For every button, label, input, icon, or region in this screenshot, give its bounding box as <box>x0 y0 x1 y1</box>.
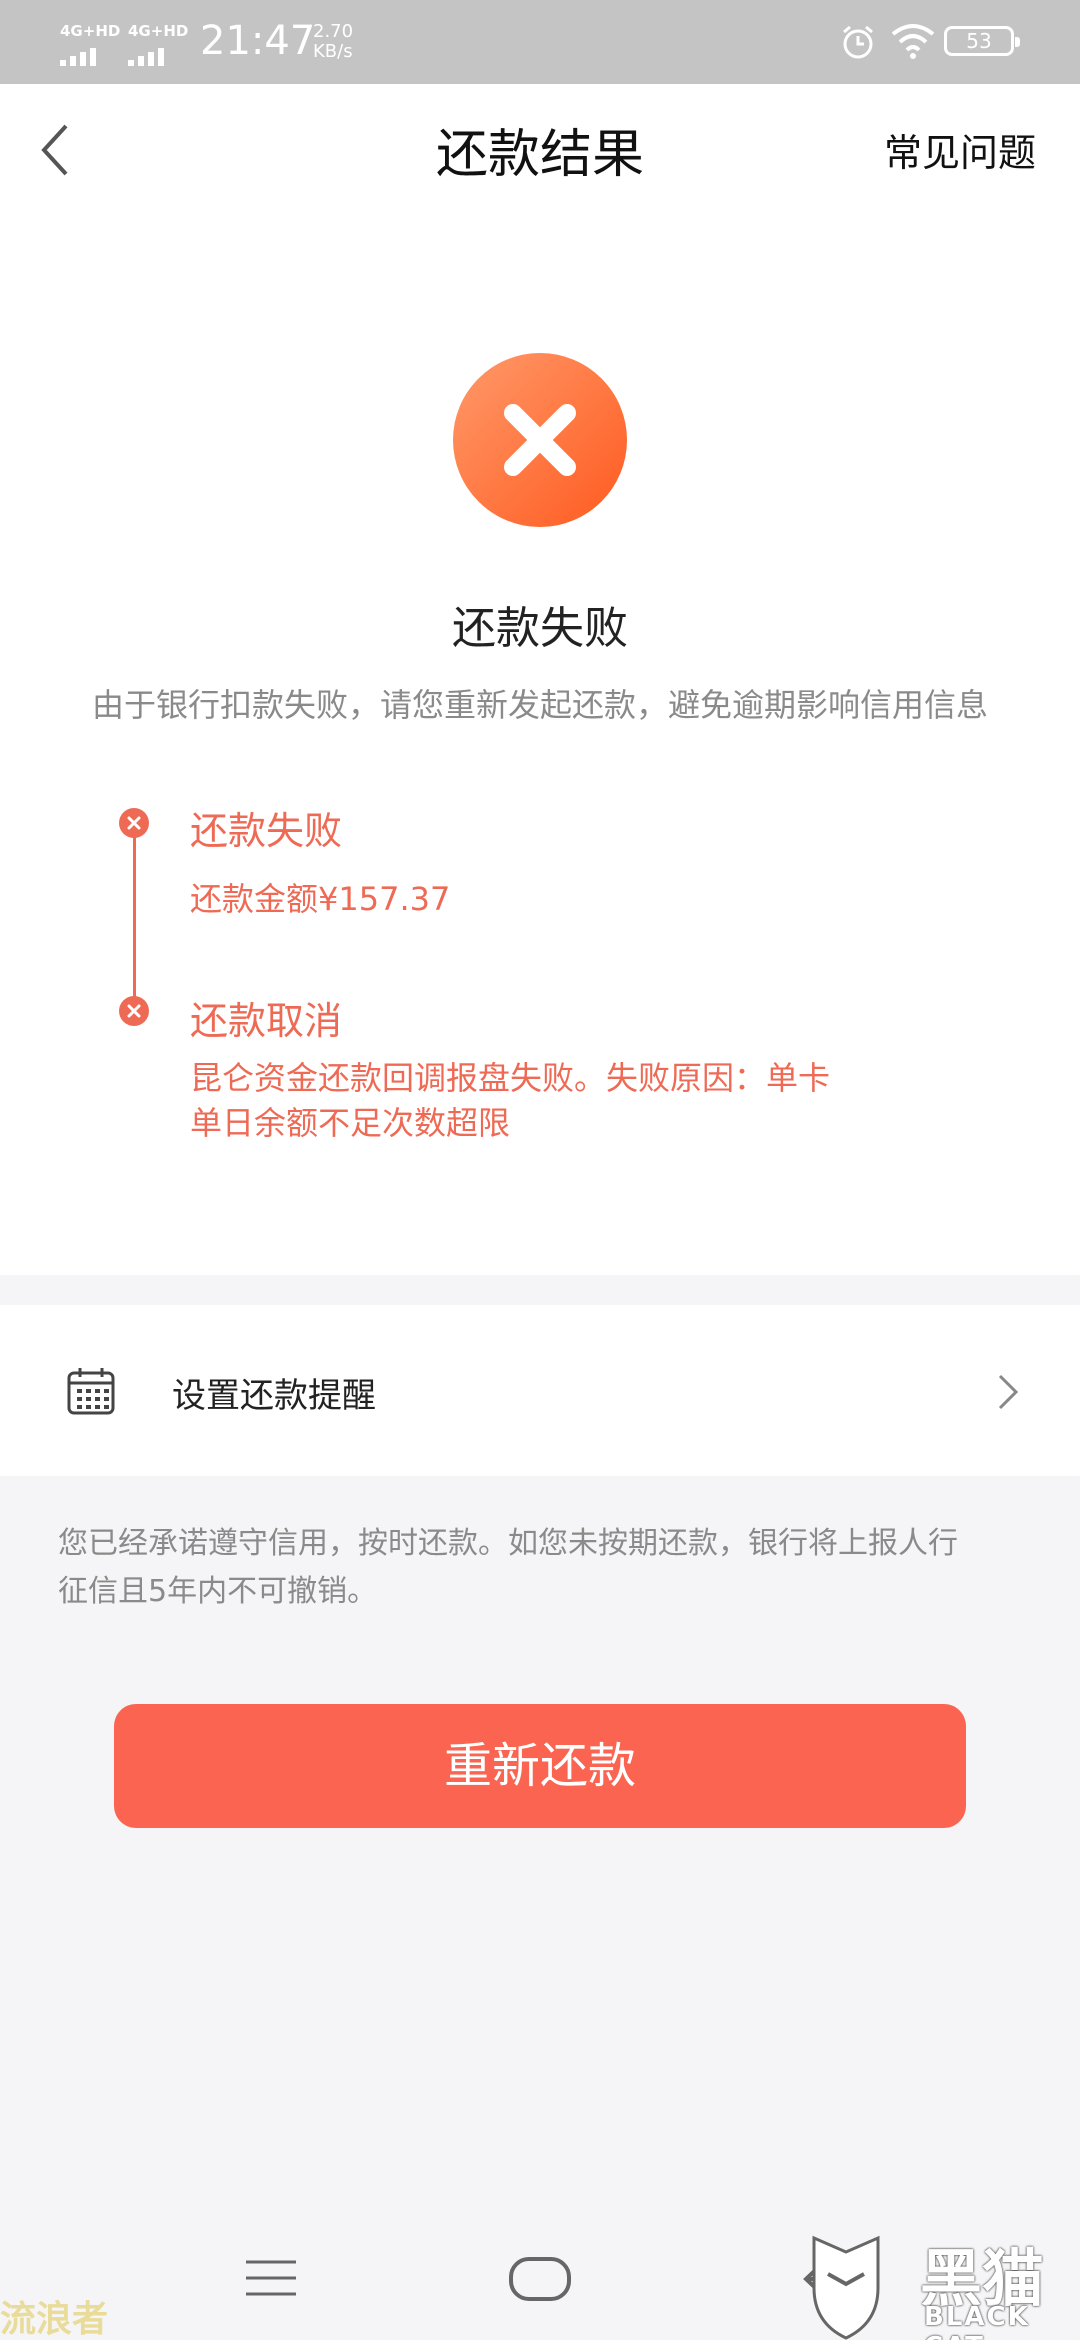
timeline-step-detail-line: 昆仑资金还款回调报盘失败。失败原因：单卡 <box>190 1059 831 1097</box>
status-bar: 4G+HD 4G+HD 21:47 2.70 KB/s 53 <box>0 0 1080 84</box>
timeline-step-title: 还款失败 <box>190 809 343 853</box>
notice-line: 征信且5年内不可撤销。 <box>58 1574 378 1609</box>
calendar-icon <box>67 1368 115 1415</box>
signal-bars-icon <box>128 46 172 66</box>
timeline-step-detail-line: 单日余额不足次数超限 <box>190 1104 511 1142</box>
retry-repayment-button[interactable]: 重新还款 <box>114 1704 966 1828</box>
timeline-step-detail: 还款金额¥157.37 <box>190 880 451 918</box>
clock: 21:47 <box>200 18 316 64</box>
watermark-logo-en: BLACK CAT <box>924 2302 1030 2340</box>
chevron-right-icon <box>998 1374 1019 1410</box>
network-speed: 2.70 KB/s <box>313 22 353 62</box>
speed-value: 2.70 <box>313 21 354 42</box>
timeline-error-icon <box>119 996 149 1026</box>
watermark-text: 流浪者 <box>0 2299 109 2340</box>
speed-unit: KB/s <box>313 41 353 62</box>
repayment-reminder-row[interactable] <box>0 1305 1080 1476</box>
result-description: 由于银行扣款失败，请您重新发起还款，避免逾期影响信用信息 <box>91 686 988 724</box>
wifi-icon <box>891 24 935 59</box>
timeline-step-title: 还款取消 <box>190 999 343 1043</box>
notice-line: 您已经承诺遵守信用，按时还款。如您未按期还款，银行将上报人行 <box>58 1526 958 1561</box>
credit-notice: 您已经承诺遵守信用，按时还款。如您未按期还款，银行将上报人行 征信且5年内不可撤… <box>58 1520 1018 1616</box>
network-label-2: 4G+HD <box>128 22 189 40</box>
alarm-icon <box>843 25 873 59</box>
faq-link[interactable]: 常见问题 <box>884 122 1036 177</box>
network-label-1: 4G+HD <box>60 22 121 40</box>
timeline-error-icon <box>119 808 149 838</box>
battery-indicator: 53 <box>944 26 1020 56</box>
signal-bars-icon <box>60 46 104 66</box>
close-circle-icon <box>453 353 627 527</box>
result-title: 还款失败 <box>452 603 628 654</box>
reminder-label: 设置还款提醒 <box>172 1376 376 1416</box>
home-icon[interactable] <box>508 2256 572 2302</box>
timeline-line <box>133 835 136 1010</box>
menu-icon[interactable] <box>244 2258 298 2298</box>
